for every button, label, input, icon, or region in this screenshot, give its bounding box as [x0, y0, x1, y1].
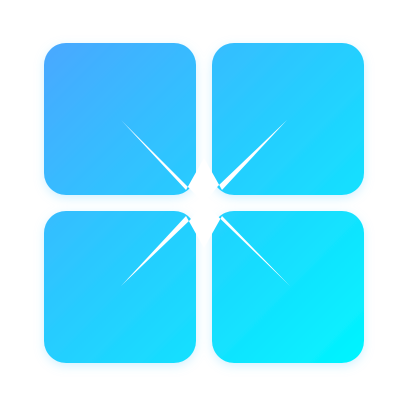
four-tile-starburst-logo [44, 43, 364, 363]
app-logo-canvas [0, 0, 408, 407]
tile-bottom-right [212, 211, 364, 363]
